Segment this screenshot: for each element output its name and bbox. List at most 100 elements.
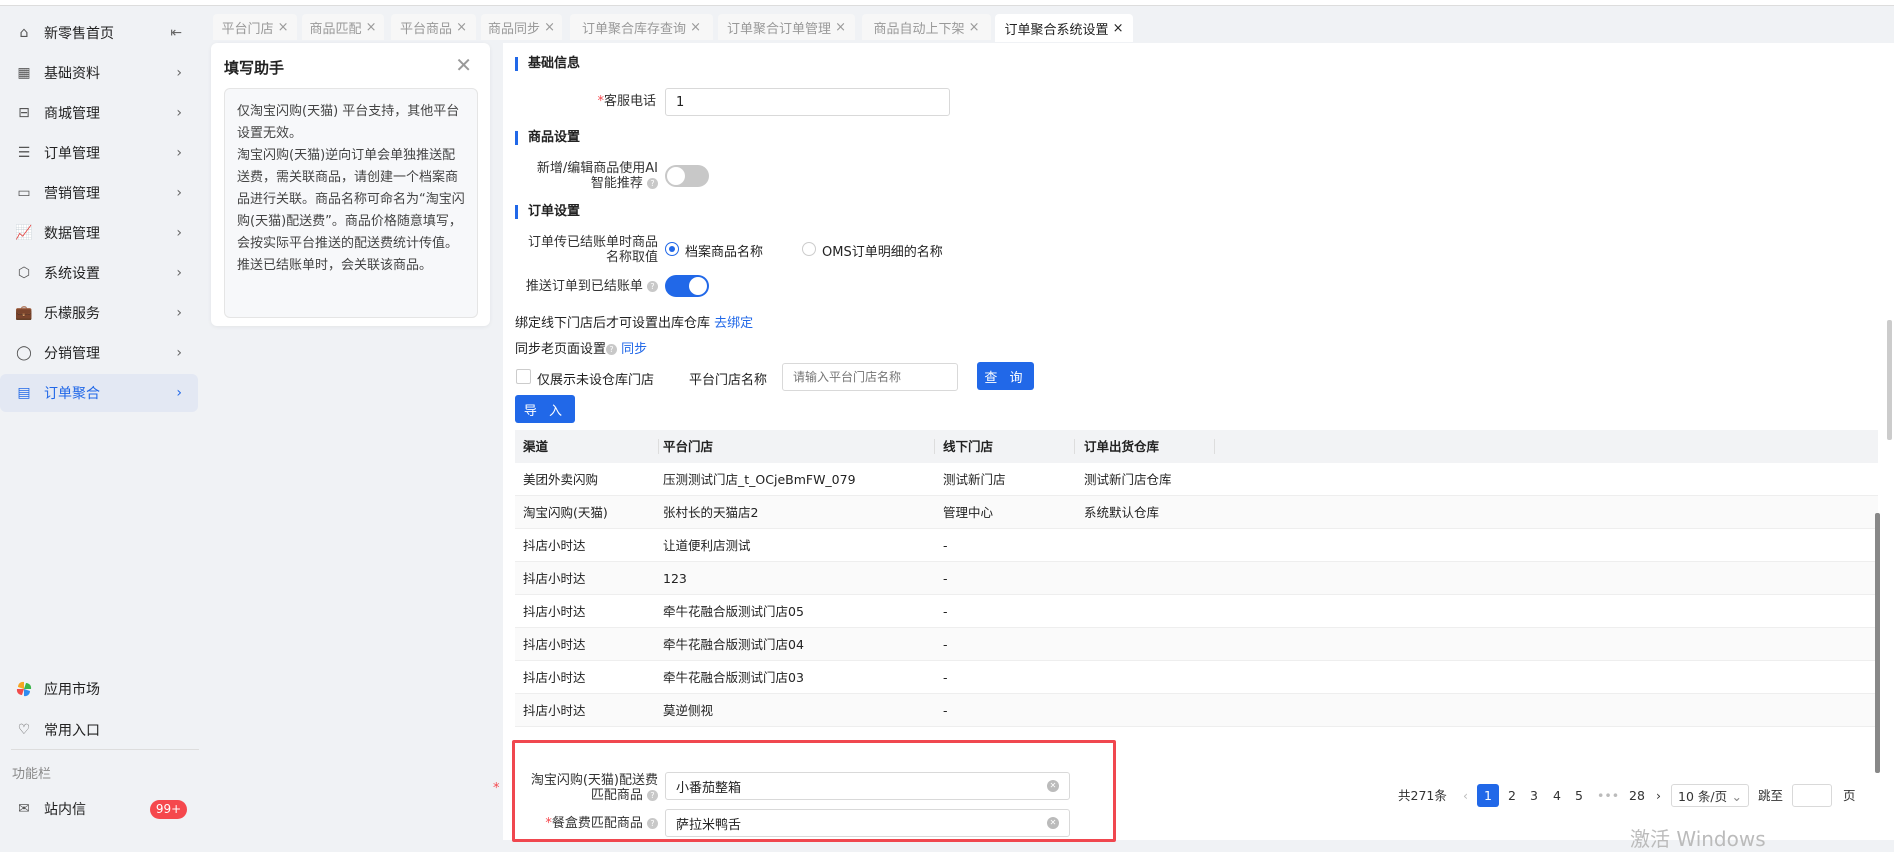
table-cell: 123 [663, 571, 687, 586]
table-cell: 抖店小时达 [523, 571, 586, 586]
clear-icon[interactable]: ✕ [1047, 780, 1059, 792]
radio-oms-name[interactable] [802, 242, 816, 256]
close-icon[interactable]: × [690, 20, 701, 35]
table-cell: - [943, 604, 948, 619]
table-cell: 管理中心 [943, 505, 994, 520]
query-button[interactable]: 查 询 [977, 362, 1034, 390]
sidebar-item-favorites[interactable]: ♡ 常用入口 [0, 711, 198, 749]
chevron-right-icon: › [176, 265, 182, 281]
tab-auto-listing[interactable]: 商品自动上下架 × [862, 14, 991, 40]
page-3[interactable]: 3 [1530, 784, 1538, 807]
sidebar-item-service[interactable]: 💼 乐檬服务 › [0, 294, 198, 332]
phone-label: 客服电话 [603, 94, 656, 109]
tab-label: 订单聚合订单管理 [726, 21, 831, 37]
next-page-icon[interactable]: › [1656, 784, 1661, 807]
clear-icon[interactable]: ✕ [1047, 817, 1059, 829]
ai-toggle[interactable] [665, 165, 709, 187]
tab-order-management[interactable]: 订单聚合订单管理 × [718, 14, 855, 40]
box-fee-product-select[interactable]: 萨拉米鸭舌 ✕ [665, 809, 1070, 837]
close-icon[interactable]: × [544, 20, 555, 35]
table-cell: 压测测试门店_t_OCjeBmFW_079 [663, 472, 856, 487]
sidebar-item-label: 分销管理 [44, 346, 100, 362]
sidebar-item-app-market[interactable]: 应用市场 [0, 670, 198, 708]
sidebar-item-order-aggregation[interactable]: ▤ 订单聚合 › [0, 374, 198, 412]
sidebar-item-distribution[interactable]: ◯ 分销管理 › [0, 334, 198, 372]
chevron-right-icon: › [176, 305, 182, 321]
tab-platform-store[interactable]: 平台门店 × [213, 14, 297, 40]
sidebar-item-label: 数据管理 [44, 226, 100, 242]
sidebar-item-inbox[interactable]: ✉ 站内信 99+ [0, 790, 198, 828]
chevron-right-icon: › [176, 185, 182, 201]
push-toggle[interactable] [665, 275, 709, 297]
grid-icon: ▦ [17, 65, 31, 81]
table-row: 抖店小时达 让道便利店测试 - [515, 529, 1878, 562]
home-icon: ⌂ [19, 25, 29, 41]
phone-input[interactable]: 1 [665, 88, 950, 116]
page-size-select[interactable]: 10 条/页 ⌄ [1671, 784, 1749, 807]
sync-link[interactable]: 同步 [621, 342, 647, 357]
close-icon[interactable]: × [278, 20, 289, 35]
checkbox-label: 仅展示未设仓库门店 [537, 373, 655, 388]
close-icon[interactable]: × [969, 20, 980, 35]
sidebar-item-orders[interactable]: ☰ 订单管理 › [0, 134, 198, 172]
helper-title: 填写助手 [224, 59, 285, 77]
table-row: 抖店小时达 牵牛花融合版测试门店04 - [515, 628, 1878, 661]
page-scrollbar[interactable] [1887, 320, 1892, 440]
table-scrollbar[interactable] [1875, 513, 1880, 773]
inbox-badge: 99+ [150, 800, 187, 819]
delivery-fee-product-select[interactable]: 小番茄整箱 ✕ [665, 772, 1070, 800]
column-header: 订单出货仓库 [1084, 439, 1160, 454]
sidebar-item-label: 常用入口 [44, 723, 100, 739]
tab-product-match[interactable]: 商品匹配 × [302, 14, 384, 40]
table-row: 抖店小时达 牵牛花融合版测试门店05 - [515, 595, 1878, 628]
table-cell: 抖店小时达 [523, 538, 586, 553]
import-button[interactable]: 导 入 [515, 395, 575, 423]
radio-archive-name[interactable] [665, 242, 679, 256]
page-2[interactable]: 2 [1508, 784, 1516, 807]
close-icon[interactable]: × [366, 20, 377, 35]
delivery-fee-label: * 淘宝闪购(天猫)配送费 匹配商品 ? [493, 773, 658, 803]
sidebar-item-home[interactable]: ⌂ 新零售首页 ⇤ [0, 14, 198, 52]
table-cell: - [943, 571, 948, 586]
sidebar-item-marketing[interactable]: ▭ 营销管理 › [0, 174, 198, 212]
tab-system-settings[interactable]: 订单聚合系统设置 × [995, 14, 1133, 42]
close-icon[interactable]: ✕ [455, 53, 472, 77]
name-source-label: 订单传已结账单时商品 名称取值 [527, 235, 658, 265]
box-fee-label: *餐盒费匹配商品 ? [503, 816, 658, 831]
total-count: 共271条 [1398, 788, 1447, 803]
table-row: 抖店小时达 123 - [515, 562, 1878, 595]
chevron-right-icon: › [176, 345, 182, 361]
jump-input[interactable] [1792, 784, 1832, 807]
sidebar-item-label: 订单管理 [44, 146, 100, 162]
sidebar-item-settings[interactable]: ⬡ 系统设置 › [0, 254, 198, 292]
tab-inventory-query[interactable]: 订单聚合库存查询 × [570, 14, 713, 40]
page-ellipsis[interactable]: ••• [1597, 784, 1619, 807]
sync-row: 同步老页面设置? 同步 [515, 342, 648, 357]
only-unset-checkbox[interactable] [516, 369, 531, 384]
table-cell: 张村长的天猫店2 [663, 505, 759, 520]
sidebar-item-data[interactable]: 📈 数据管理 › [0, 214, 198, 252]
sidebar-item-mall[interactable]: ⊟ 商城管理 › [0, 94, 198, 132]
tab-product-sync[interactable]: 商品同步 × [481, 14, 562, 40]
tab-label: 平台门店 [221, 21, 274, 37]
page-1[interactable]: 1 [1477, 784, 1499, 807]
store-name-input[interactable] [782, 363, 958, 391]
sidebar-item-basic-data[interactable]: ▦ 基础资料 › [0, 54, 198, 92]
table-cell: - [943, 637, 948, 652]
page-5[interactable]: 5 [1575, 784, 1583, 807]
table-row: 抖店小时达 莫逆侧视 - [515, 694, 1878, 727]
store-name-label: 平台门店名称 [689, 373, 768, 388]
share-icon: ◯ [16, 345, 32, 361]
close-icon[interactable]: × [1113, 21, 1124, 36]
page-unit: 页 [1843, 788, 1856, 803]
close-icon[interactable]: × [456, 20, 467, 35]
collapse-sidebar-icon[interactable]: ⇤ [170, 25, 182, 41]
table-cell: 测试新门店 [943, 472, 1006, 487]
radio-label: 档案商品名称 [685, 245, 764, 260]
tab-platform-product[interactable]: 平台商品 × [391, 14, 476, 40]
page-28[interactable]: 28 [1629, 784, 1645, 807]
bind-link[interactable]: 去绑定 [714, 316, 753, 331]
close-icon[interactable]: × [835, 20, 846, 35]
prev-page-icon[interactable]: ‹ [1463, 784, 1468, 807]
page-4[interactable]: 4 [1553, 784, 1561, 807]
